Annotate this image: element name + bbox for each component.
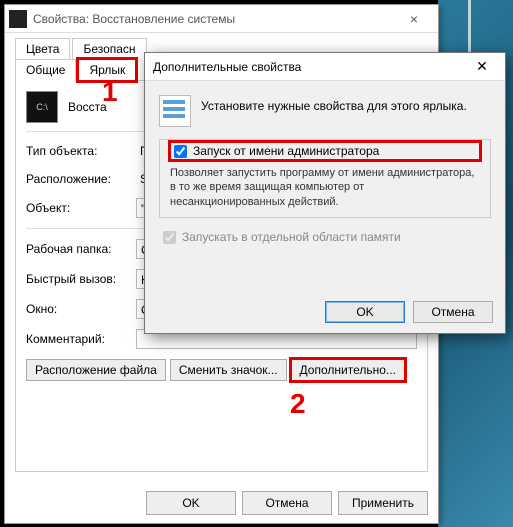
cancel-button[interactable]: Отмена (242, 491, 332, 515)
advanced-properties-dialog: Дополнительные свойства ✕ Установите нуж… (144, 52, 506, 334)
label-location: Расположение: (26, 172, 136, 186)
advanced-button[interactable]: Дополнительно... (291, 359, 405, 381)
separate-memory-checkbox (163, 231, 176, 244)
label-start-in: Рабочая папка: (26, 242, 136, 256)
label-target: Объект: (26, 201, 136, 215)
adv-titlebar[interactable]: Дополнительные свойства ✕ (145, 53, 505, 81)
shortcut-target-icon: C:\ (26, 91, 58, 123)
label-shortcut-key: Быстрый вызов: (26, 272, 136, 286)
adv-window-title: Дополнительные свойства (153, 60, 467, 74)
properties-icon (159, 95, 191, 127)
run-as-admin-row[interactable]: Запуск от имени администратора (170, 142, 480, 160)
app-icon (9, 10, 27, 28)
tab-general[interactable]: Общие (15, 59, 76, 81)
adv-cancel-button[interactable]: Отмена (413, 301, 493, 323)
run-as-admin-label: Запуск от имени администратора (193, 144, 379, 158)
label-run: Окно: (26, 302, 136, 316)
change-icon-button[interactable]: Сменить значок... (170, 359, 287, 381)
separate-memory-label: Запускать в отдельной области памяти (182, 230, 401, 244)
shortcut-buttons-row: Расположение файла Сменить значок... Доп… (26, 359, 417, 381)
close-icon[interactable]: × (394, 6, 434, 32)
separate-memory-row: Запускать в отдельной области памяти (159, 228, 491, 247)
label-comment: Комментарий: (26, 332, 136, 346)
tab-security[interactable]: Безопасн (72, 38, 146, 59)
run-as-admin-group: Запуск от имени администратора Позволяет… (159, 139, 491, 218)
titlebar[interactable]: Свойства: Восстановление системы × (5, 5, 438, 33)
apply-button[interactable]: Применить (338, 491, 428, 515)
adv-header-text: Установите нужные свойства для этого ярл… (201, 95, 467, 113)
annotation-2: 2 (290, 388, 306, 420)
tab-colors[interactable]: Цвета (15, 38, 70, 59)
close-icon[interactable]: ✕ (467, 58, 497, 75)
window-title: Свойства: Восстановление системы (33, 12, 394, 26)
dialog-bottom-buttons: OK Отмена Применить (146, 491, 428, 515)
run-as-admin-checkbox[interactable] (174, 145, 187, 158)
file-location-button[interactable]: Расположение файла (26, 359, 166, 381)
ok-button[interactable]: OK (146, 491, 236, 515)
adv-dialog-buttons: OK Отмена (325, 301, 493, 323)
adv-body: Установите нужные свойства для этого ярл… (145, 81, 505, 261)
run-as-admin-description: Позволяет запустить программу от имени а… (170, 166, 480, 209)
label-target-type: Тип объекта: (26, 144, 136, 158)
adv-ok-button[interactable]: OK (325, 301, 405, 323)
adv-header: Установите нужные свойства для этого ярл… (159, 95, 491, 127)
annotation-1: 1 (102, 76, 118, 108)
